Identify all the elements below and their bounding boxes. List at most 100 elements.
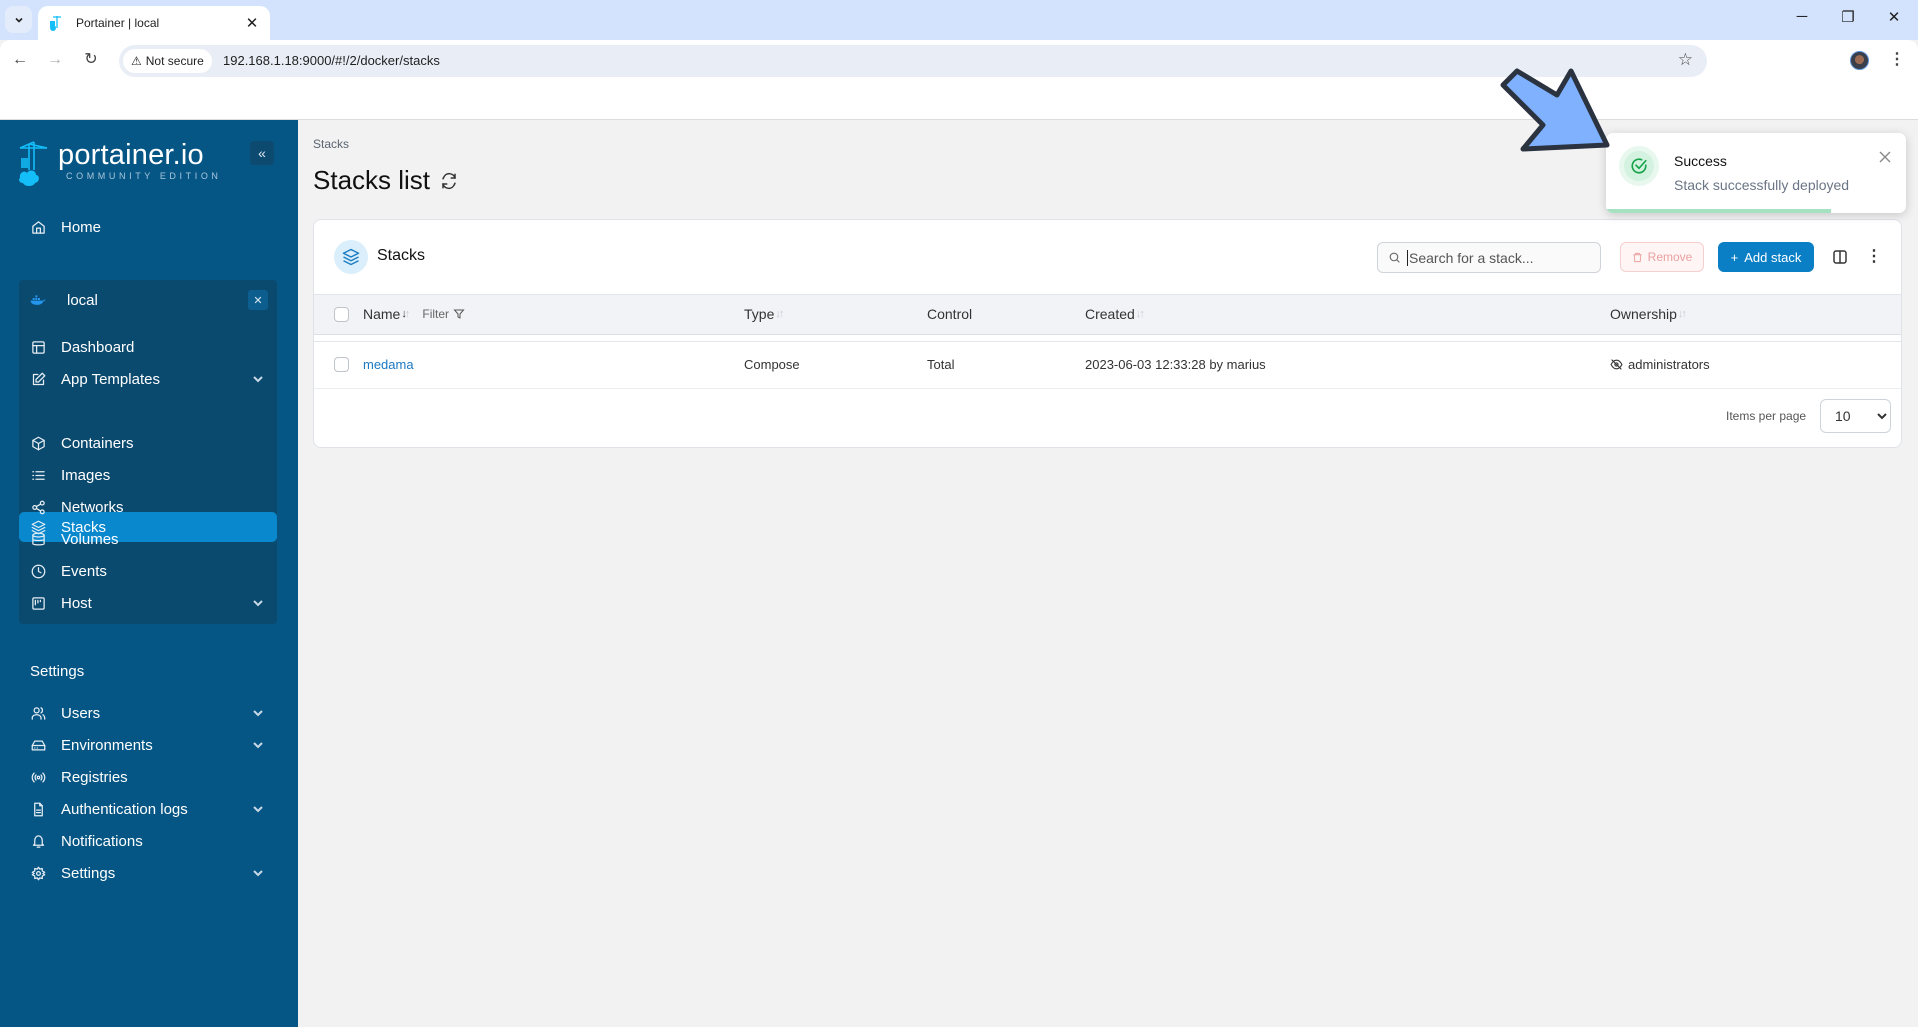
sidebar-item-label: Notifications: [61, 832, 143, 850]
profile-avatar[interactable]: [1850, 51, 1869, 70]
columns-icon[interactable]: [1832, 249, 1848, 265]
ownership-label: administrators: [1628, 357, 1710, 372]
window-close-icon[interactable]: ✕: [1879, 8, 1909, 26]
sidebar-item-dashboard[interactable]: Dashboard: [19, 332, 277, 362]
back-icon[interactable]: ←: [9, 49, 31, 71]
breadcrumb[interactable]: Stacks: [313, 137, 349, 151]
sidebar-item-networks[interactable]: Networks: [19, 492, 277, 522]
restore-icon[interactable]: ❐: [1833, 8, 1863, 26]
tab-search-button[interactable]: [5, 6, 32, 33]
toast-message: Stack successfully deployed: [1674, 177, 1850, 193]
sidebar-item-label: Home: [61, 218, 102, 236]
search-box[interactable]: [1377, 242, 1601, 273]
radio-icon: [30, 769, 46, 785]
add-stack-button[interactable]: + Add stack: [1718, 242, 1814, 272]
chevron-down-icon[interactable]: [252, 738, 264, 750]
sidebar-item-volumes[interactable]: Volumes: [19, 524, 277, 554]
chevron-down-icon[interactable]: [252, 372, 264, 384]
eye-off-icon: [1610, 359, 1623, 370]
column-name[interactable]: Name ↓↑ Filter: [363, 306, 465, 322]
sidebar-item-home[interactable]: Home: [19, 212, 277, 242]
database-icon: [30, 531, 46, 547]
items-per-page-select[interactable]: 10: [1820, 399, 1891, 433]
chevron-down-icon[interactable]: [252, 596, 264, 608]
minimize-icon[interactable]: ─: [1787, 8, 1817, 25]
more-options-icon[interactable]: ⋮: [1866, 247, 1882, 267]
refresh-icon[interactable]: [440, 172, 458, 190]
sidebar-item-images[interactable]: Images: [19, 460, 277, 490]
row-checkbox[interactable]: [334, 357, 349, 372]
column-control-label: Control: [927, 306, 973, 322]
portainer-logo[interactable]: portainer.io COMMUNITY EDITION: [17, 140, 222, 188]
column-ownership[interactable]: Ownership ↓↑: [1610, 306, 1687, 322]
sidebar-item-label: Host: [61, 594, 92, 612]
chevron-down-icon[interactable]: [252, 802, 264, 814]
sort-icon: ↓↑: [1135, 308, 1145, 320]
omnibox[interactable]: ⚠ Not secure 192.168.1.18:9000/#!/2/dock…: [119, 45, 1707, 77]
sidebar-item-label: Settings: [61, 864, 116, 882]
bell-icon: [30, 833, 46, 849]
card-header: Stacks Remove + Add stack ⋮: [314, 220, 1901, 295]
sidebar-item-label: Environments: [61, 736, 153, 754]
filter-button[interactable]: Filter: [422, 307, 465, 321]
dashboard-icon: [30, 339, 46, 355]
host-icon: [30, 595, 46, 611]
forward-icon[interactable]: →: [44, 49, 66, 71]
browser-tab[interactable]: Portainer | local ✕: [38, 6, 270, 40]
sidebar-item-containers[interactable]: Containers: [19, 428, 277, 458]
reload-icon[interactable]: ↻: [80, 49, 102, 71]
remove-button[interactable]: Remove: [1620, 242, 1704, 272]
sidebar-item-label: Containers: [61, 434, 134, 452]
url-text[interactable]: 192.168.1.18:9000/#!/2/docker/stacks: [223, 53, 440, 68]
sidebar-item-label: App Templates: [61, 370, 160, 388]
page-title-text: Stacks list: [313, 165, 431, 195]
address-bar: ← → ↻ ⚠ Not secure 192.168.1.18:9000/#!/…: [0, 40, 1918, 81]
stack-created: 2023-06-03 12:33:28 by marius: [1085, 357, 1266, 372]
sidebar-item-settings[interactable]: Settings: [19, 858, 277, 888]
sidebar-item-environments[interactable]: Environments: [19, 730, 277, 760]
close-environment-button[interactable]: ✕: [248, 290, 268, 310]
column-type[interactable]: Type ↓↑: [744, 306, 784, 322]
environment-header[interactable]: local ✕: [19, 285, 277, 315]
box-icon: [30, 435, 46, 451]
stack-name-link[interactable]: medama: [363, 357, 414, 372]
chevron-down-icon: [14, 17, 23, 23]
chevron-down-icon[interactable]: [252, 866, 264, 878]
not-secure-label: Not secure: [145, 54, 204, 68]
file-text-icon: [30, 801, 46, 817]
browser-menu-icon[interactable]: ⋮: [1889, 49, 1905, 69]
sidebar-item-registries[interactable]: Registries: [19, 762, 277, 792]
items-per-page-label: Items per page: [1726, 409, 1807, 423]
collapse-sidebar-button[interactable]: «: [250, 141, 274, 165]
page-title: Stacks list: [313, 165, 458, 196]
search-input[interactable]: [1407, 249, 1587, 266]
stacks-card: Stacks Remove + Add stack ⋮ Name ↓↑ Filt…: [313, 219, 1902, 448]
column-control: Control: [927, 306, 972, 322]
sidebar-item-label: Dashboard: [61, 338, 135, 356]
portainer-logo-icon: [19, 141, 48, 186]
close-toast-icon[interactable]: [1878, 150, 1892, 164]
not-secure-chip[interactable]: ⚠ Not secure: [123, 49, 212, 73]
sort-icon: ↓↑: [1677, 308, 1687, 320]
sidebar-item-app-templates[interactable]: App Templates: [19, 364, 277, 394]
chevron-down-icon[interactable]: [252, 706, 264, 718]
column-name-label: Name: [363, 306, 401, 322]
sidebar-item-events[interactable]: Events: [19, 556, 277, 586]
sidebar-item-host[interactable]: Host: [19, 588, 277, 618]
toast-title: Success: [1674, 153, 1727, 169]
sidebar-item-notifications[interactable]: Notifications: [19, 826, 277, 856]
close-tab-icon[interactable]: ✕: [244, 14, 260, 32]
column-created[interactable]: Created ↓↑: [1085, 306, 1145, 322]
check-circle-icon: [1631, 158, 1647, 174]
hard-drive-icon: [30, 737, 46, 753]
sidebar-item-label: Volumes: [61, 530, 119, 548]
users-icon: [30, 705, 46, 721]
column-ownership-label: Ownership: [1610, 306, 1677, 322]
sidebar-item-users[interactable]: Users: [19, 698, 277, 728]
table-header: Name ↓↑ Filter Type ↓↑ Control Created ↓…: [314, 295, 1901, 335]
sidebar-item-authentication-logs[interactable]: Authentication logs: [19, 794, 277, 824]
bookmark-star-icon[interactable]: ☆: [1678, 50, 1693, 70]
portainer-favicon-icon: [50, 16, 61, 31]
select-all-checkbox[interactable]: [334, 307, 349, 322]
card-title: Stacks: [377, 247, 426, 264]
